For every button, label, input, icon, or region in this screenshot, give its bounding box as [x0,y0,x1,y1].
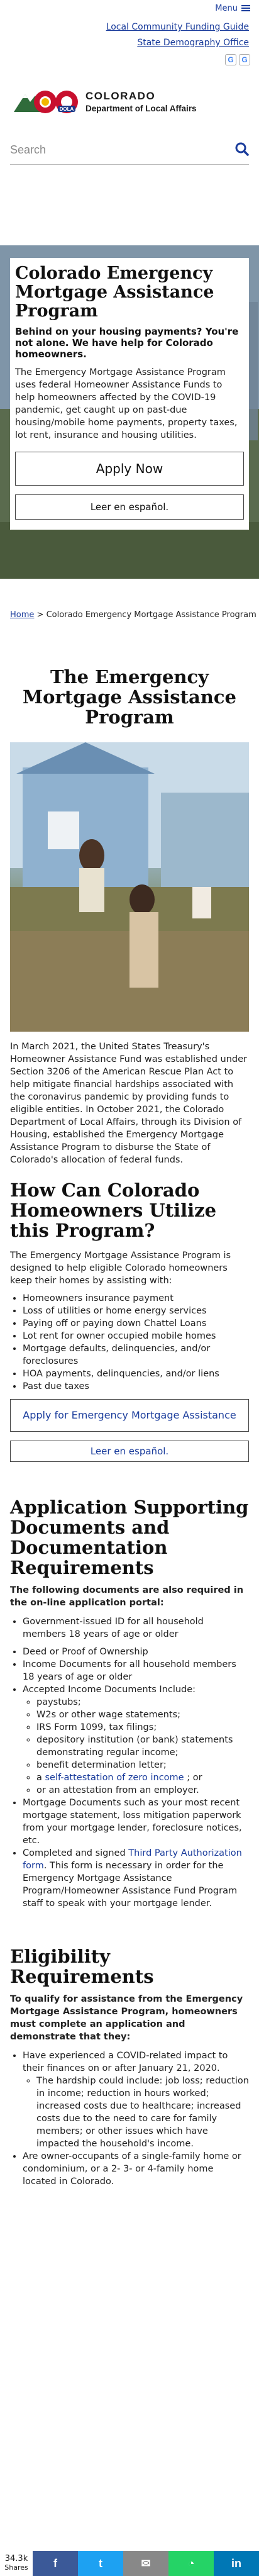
list-item: Mortgage defaults, delinquencies, and/or… [23,1342,249,1368]
search-input[interactable] [10,143,199,157]
documents-intro: The following documents are also require… [10,1585,244,1608]
hamburger-icon[interactable] [241,4,250,13]
search-icon[interactable] [235,142,249,159]
section-title-eligibility: Eligibility Requirements [10,1946,154,1987]
list-item: IRS Form 1099, tax filings; [36,1721,249,1734]
list-item: Are owner-occupants of a single-family h… [23,2150,249,2188]
list-item: W2s or other wage statements; [36,1709,249,1721]
logo-department: Department of Local Affairs [85,103,197,113]
logo-text: COLORADO Department of Local Affairs [85,90,197,113]
hero-title: Colorado Emergency Mortgage Assistance P… [15,264,214,321]
email-share-icon[interactable]: ✉ [123,2551,168,2576]
list-item: Deed or Proof of Ownership [23,1646,249,1658]
apply-assistance-button[interactable]: Apply for Emergency Mortgage Assistance [10,1399,249,1432]
main-content: The Emergency Mortgage Assistance Progra… [10,667,249,2188]
svg-text:DOLA: DOLA [60,106,74,112]
list-item: Homeowners insurance payment [23,1292,249,1305]
breadcrumb-separator: > [36,610,44,620]
eligibility-intro: To qualify for assistance from the Emerg… [10,1994,243,2042]
list-item: Past due taxes [23,1380,249,1393]
top-bar: Menu [0,0,259,16]
apply-now-button[interactable]: Apply Now [15,452,244,486]
list-item: Income Documents for all household membe… [23,1658,249,1683]
list-item: paystubs; [36,1696,249,1709]
list-item: Completed and signed Third Party Authori… [23,1847,249,1910]
twitter-share-icon[interactable]: t [78,2551,123,2576]
list-item: a self-attestation of zero income ; or [36,1771,249,1784]
section-title-documents: Application Supporting Documents and Doc… [10,1497,249,1578]
list-item: benefit determination letter; [36,1759,249,1771]
breadcrumb: Home > Colorado Emergency Mortgage Assis… [10,610,256,620]
list-item: The hardship could include: job loss; re… [36,2075,249,2150]
section-title-how: How Can Colorado Homeowners Utilize this… [10,1179,217,1241]
list-item: Accepted Income Documents Include: payst… [23,1683,249,1797]
spanish-button-2[interactable]: Leer en español. [10,1441,249,1462]
colorado-logo-icon: DOLA [11,86,80,117]
spanish-button[interactable]: Leer en español. [15,494,244,520]
section-title-program: The Emergency Mortgage Assistance Progra… [23,666,236,728]
hero-body: The Emergency Mortgage Assistance Progra… [15,367,238,440]
breadcrumb-home-link[interactable]: Home [10,610,34,620]
search-bar [10,136,249,165]
logo-state: COLORADO [85,89,156,102]
list-item: depository institution (or bank) stateme… [36,1734,249,1759]
list-item: Mortgage Documents such as your most rec… [23,1797,249,1847]
share-bar: 34.3k Shares f t ✉ ◔ in [0,2551,259,2576]
assistance-list: Homeowners insurance payment Loss of uti… [10,1292,249,1393]
eligibility-list: Have experienced a COVID-related impact … [10,2049,249,2188]
share-count: 34.3k Shares [0,2551,33,2576]
google-translate-icon[interactable]: G [239,54,250,65]
income-docs-list: paystubs; W2s or other wage statements; … [23,1696,249,1797]
how-intro: The Emergency Mortgage Assistance Progra… [10,1251,231,1286]
documents-list: Government-issued ID for all household m… [10,1615,249,1910]
income-docs-label: Accepted Income Documents Include: [23,1685,196,1695]
linkedin-share-icon[interactable]: in [214,2551,259,2576]
family-photo [10,742,249,1032]
utility-links: Local Community Funding Guide State Demo… [0,22,259,48]
google-icon[interactable]: G [225,54,236,65]
program-description: In March 2021, the United States Treasur… [10,1042,248,1165]
list-item: Lot rent for owner occupied mobile homes [23,1330,249,1342]
site-logo[interactable]: DOLA COLORADO Department of Local Affair… [0,65,259,123]
list-item: Government-issued ID for all household m… [23,1615,249,1641]
hero-subtitle: Behind on your housing payments? You're … [15,326,239,360]
sms-share-icon[interactable]: ◔ [168,2551,214,2576]
zero-income-link[interactable]: self-attestation of zero income [45,1773,184,1783]
translate-icons: G G [0,48,259,65]
hero-card: Colorado Emergency Mortgage Assistance P… [10,258,249,530]
list-item: HOA payments, delinquencies, and/or lien… [23,1368,249,1380]
state-demography-link[interactable]: State Demography Office [10,38,249,48]
list-item: or an attestation from an employer. [36,1784,249,1797]
facebook-share-icon[interactable]: f [33,2551,78,2576]
menu-label[interactable]: Menu [215,4,238,13]
list-item: Have experienced a COVID-related impact … [23,2049,249,2150]
breadcrumb-current: Colorado Emergency Mortgage Assistance P… [46,610,256,620]
local-community-funding-link[interactable]: Local Community Funding Guide [10,22,249,32]
list-item: Paying off or paying down Chattel Loans [23,1317,249,1330]
list-item: Loss of utilities or home energy service… [23,1305,249,1317]
